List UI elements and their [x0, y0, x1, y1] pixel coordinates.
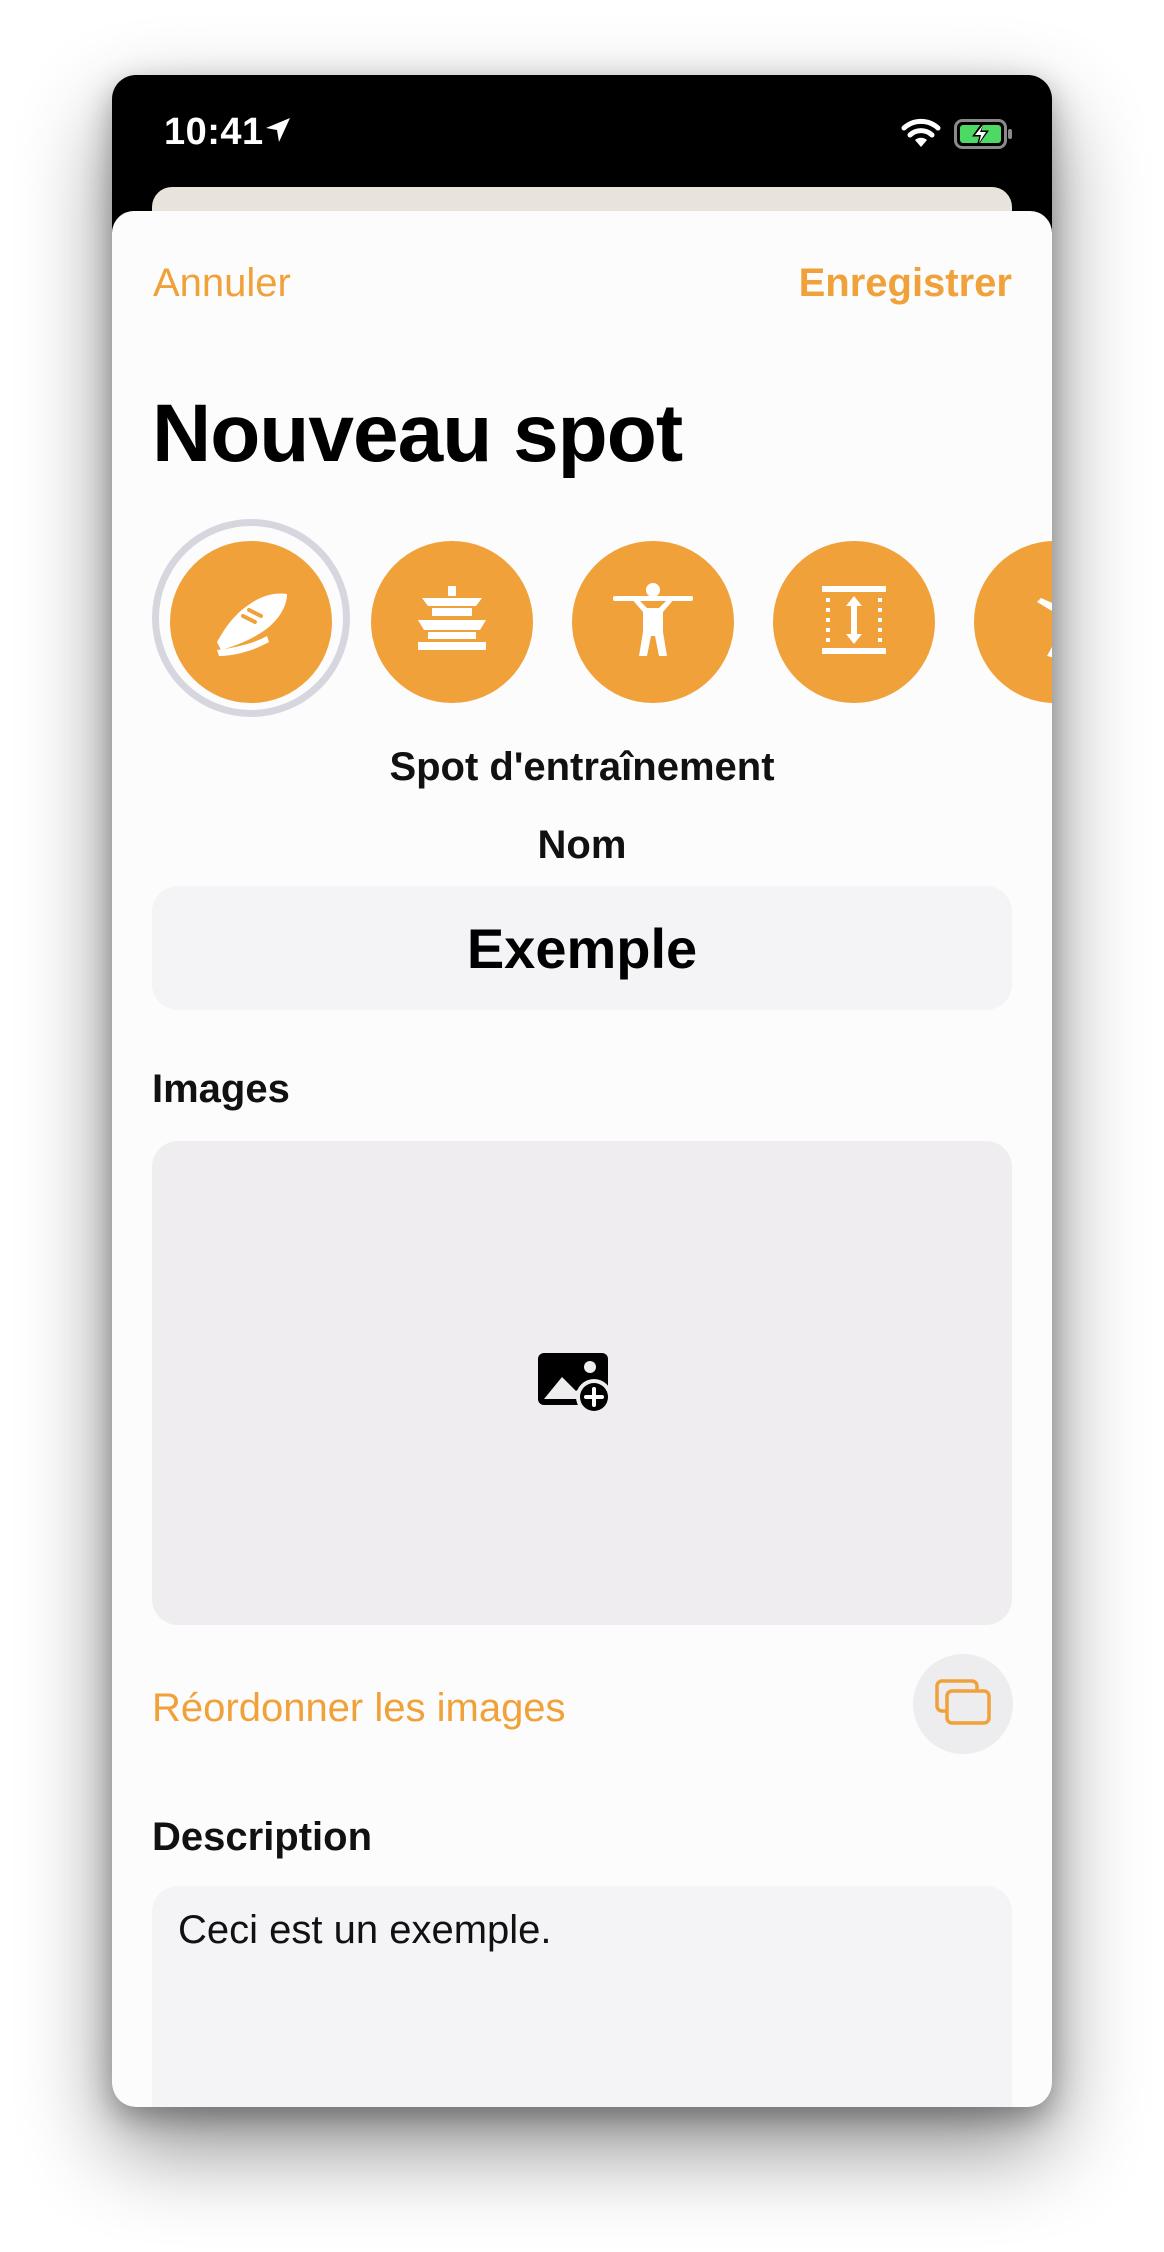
- battery-charging-icon: [954, 119, 1014, 154]
- cancel-button[interactable]: Annuler: [153, 261, 291, 306]
- reorder-images-button[interactable]: [913, 1654, 1013, 1754]
- name-field[interactable]: Exemple: [152, 886, 1012, 1010]
- description-value: Ceci est un exemple.: [178, 1908, 552, 1952]
- spot-type-height-button[interactable]: [773, 541, 935, 703]
- spot-type-pullup-button[interactable]: [572, 541, 734, 703]
- stacked-cards-icon: [933, 1677, 993, 1732]
- add-images-area[interactable]: [152, 1141, 1012, 1625]
- shoe-icon: [203, 572, 299, 673]
- vertical-height-icon: [806, 572, 902, 673]
- description-label: Description: [152, 1815, 373, 1859]
- status-time: 10:41: [164, 111, 264, 153]
- save-button[interactable]: Enregistrer: [799, 261, 1012, 306]
- name-value: Exemple: [466, 916, 698, 980]
- phone-frame: 10:41 Annuler Enregistrer Nouveau spot S…: [112, 75, 1052, 2107]
- pagoda-icon: [404, 572, 500, 673]
- spot-type-jump-button[interactable]: [974, 541, 1052, 703]
- spot-type-training-button[interactable]: [170, 541, 332, 703]
- status-bar: 10:41: [112, 75, 1052, 195]
- photo-add-icon[interactable]: [536, 1347, 616, 1424]
- selected-spot-type-label: Spot d'entraînement: [389, 745, 775, 789]
- images-label: Images: [152, 1067, 290, 1111]
- wifi-icon: [900, 117, 942, 154]
- pullup-bar-icon: [605, 572, 701, 673]
- page-title: Nouveau spot: [152, 388, 683, 479]
- description-field[interactable]: Ceci est un exemple.: [152, 1886, 1012, 2107]
- reorder-images-link[interactable]: Réordonner les images: [152, 1686, 566, 1731]
- spot-type-pagoda-button[interactable]: [371, 541, 533, 703]
- name-label: Nom: [537, 823, 627, 867]
- location-arrow-icon: [264, 116, 292, 149]
- person-jumping-icon: [1007, 572, 1052, 673]
- new-spot-sheet: Annuler Enregistrer Nouveau spot Spot d'…: [112, 211, 1052, 2107]
